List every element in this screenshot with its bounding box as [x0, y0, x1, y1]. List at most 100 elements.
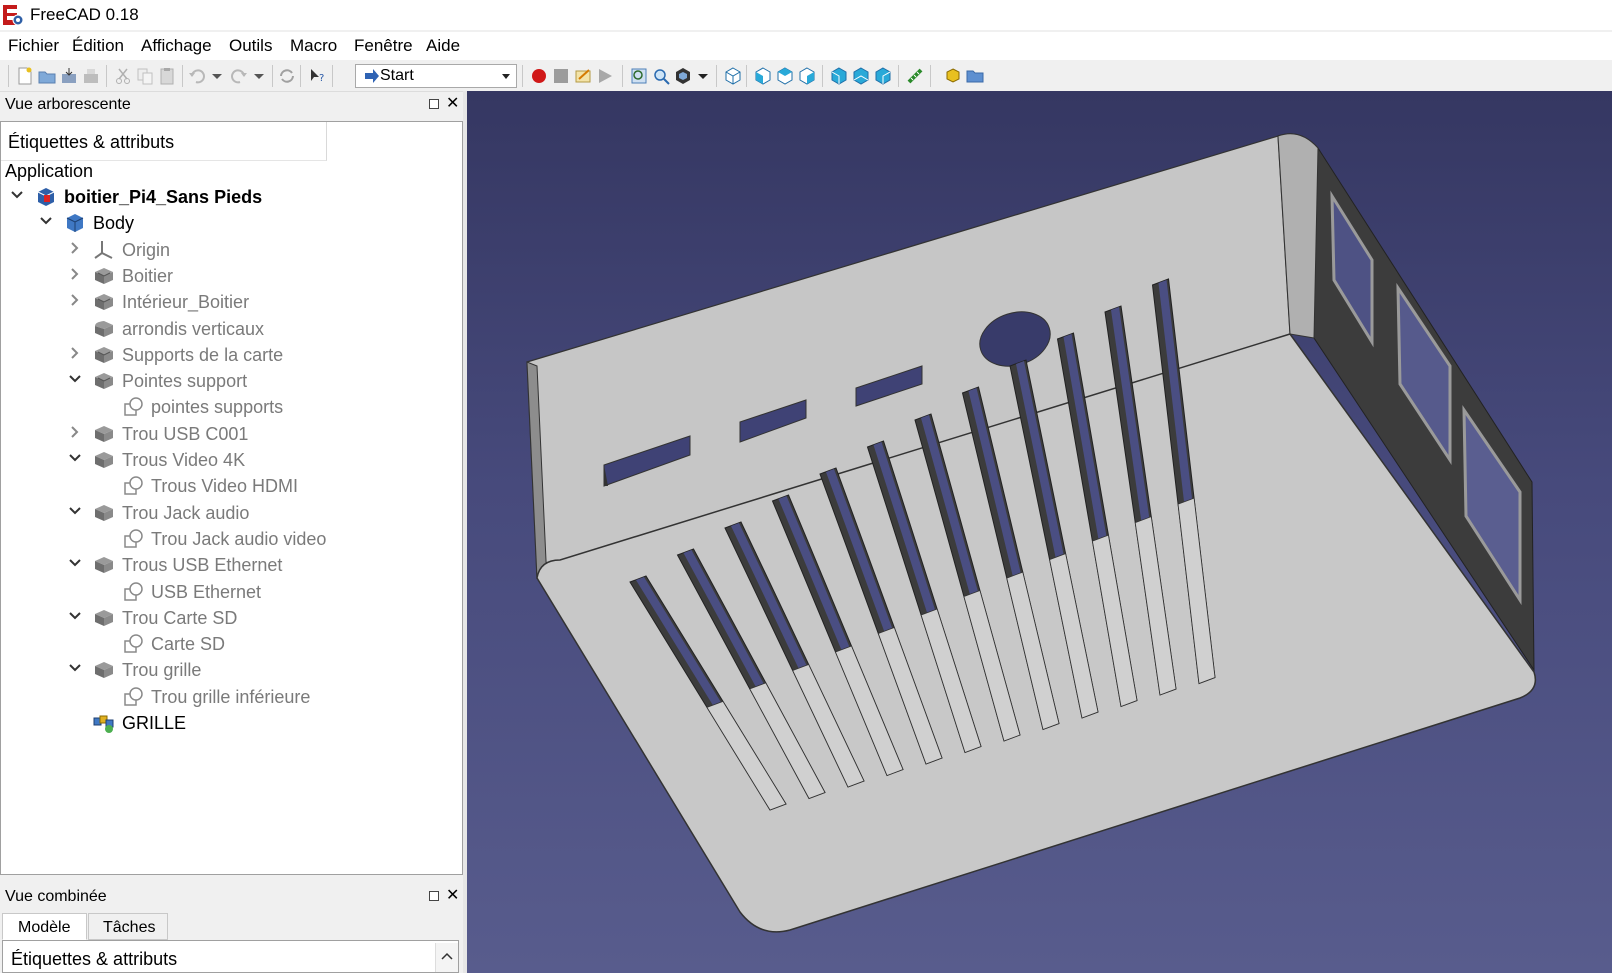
- measure-distance-icon[interactable]: [906, 67, 924, 85]
- 3d-viewport[interactable]: [467, 91, 1612, 973]
- menu-edition[interactable]: Édition: [72, 36, 124, 56]
- menu-affichage[interactable]: Affichage: [141, 36, 212, 56]
- collapsed-chevron-icon[interactable]: [68, 293, 82, 307]
- tree-item[interactable]: Trou Jack audio: [1, 501, 441, 527]
- sketch-icon: [122, 396, 144, 418]
- whats-this-icon[interactable]: ?: [308, 67, 326, 85]
- expanded-chevron-icon[interactable]: [39, 214, 53, 228]
- tree-item[interactable]: Origin: [1, 238, 441, 264]
- refresh-icon[interactable]: [278, 67, 296, 85]
- menu-fichier[interactable]: Fichier: [8, 36, 59, 56]
- workbench-selector[interactable]: Start: [355, 64, 517, 88]
- undock-icon[interactable]: [429, 891, 439, 901]
- paste-icon[interactable]: [158, 67, 176, 85]
- scroll-up-button[interactable]: [435, 943, 458, 972]
- view-top-icon[interactable]: [776, 67, 794, 85]
- tree-item[interactable]: arrondis verticaux: [1, 317, 441, 343]
- collapsed-chevron-icon[interactable]: [68, 267, 82, 281]
- fit-selection-icon[interactable]: [652, 67, 670, 85]
- expanded-chevron-icon[interactable]: [68, 609, 82, 623]
- main-toolbar: ?: [0, 61, 1612, 92]
- tree-item[interactable]: Trou grille: [1, 658, 441, 684]
- linear-pattern-icon: [93, 712, 115, 734]
- create-group-icon[interactable]: [966, 67, 984, 85]
- expanded-chevron-icon[interactable]: [68, 451, 82, 465]
- close-icon[interactable]: ✕: [446, 93, 459, 113]
- menu-macro[interactable]: Macro: [290, 36, 337, 56]
- cut-icon[interactable]: [114, 67, 132, 85]
- pad-feature-icon: [93, 344, 115, 366]
- redo-dropdown-icon[interactable]: [250, 67, 268, 85]
- tree-item[interactable]: Trou grille inférieure: [1, 685, 441, 711]
- view-bottom-icon[interactable]: [852, 67, 870, 85]
- tree-item[interactable]: GRILLE: [1, 711, 441, 737]
- view-rear-icon[interactable]: [830, 67, 848, 85]
- menu-fenetre[interactable]: Fenêtre: [354, 36, 413, 56]
- expanded-chevron-icon[interactable]: [10, 188, 24, 202]
- undo-dropdown-icon[interactable]: [208, 67, 226, 85]
- tree-panel-title: Vue arborescente: [5, 96, 131, 113]
- view-front-icon[interactable]: [754, 67, 772, 85]
- expanded-chevron-icon[interactable]: [68, 661, 82, 675]
- expanded-chevron-icon[interactable]: [68, 372, 82, 386]
- tree-item[interactable]: Boitier: [1, 264, 441, 290]
- expanded-chevron-icon[interactable]: [68, 556, 82, 570]
- tree-view[interactable]: Étiquettes & attributs Application boitie…: [0, 121, 463, 875]
- combo-tree-view[interactable]: Étiquettes & attributs: [2, 940, 459, 973]
- menu-outils[interactable]: Outils: [229, 36, 272, 56]
- tree-item[interactable]: Intérieur_Boitier: [1, 290, 441, 316]
- combo-panel-header: Vue combinée ✕: [0, 883, 465, 911]
- create-part-icon[interactable]: [944, 67, 962, 85]
- menu-aide[interactable]: Aide: [426, 36, 460, 56]
- draw-style-icon[interactable]: [674, 67, 692, 85]
- tree-column-header[interactable]: Étiquettes & attributs: [1, 122, 327, 161]
- toolbar-separator: [182, 65, 183, 87]
- tree-item[interactable]: Body: [1, 211, 441, 237]
- tree-item[interactable]: Trous Video HDMI: [1, 474, 441, 500]
- toolbar-separator: [332, 65, 333, 87]
- view-left-icon[interactable]: [874, 67, 892, 85]
- collapsed-chevron-icon[interactable]: [68, 425, 82, 439]
- tree-item[interactable]: Trou USB C001: [1, 422, 441, 448]
- pocket-feature-icon: [93, 554, 115, 576]
- tab-modele[interactable]: Modèle: [2, 913, 87, 940]
- undo-icon[interactable]: [188, 67, 206, 85]
- tree-item[interactable]: Supports de la carte: [1, 343, 441, 369]
- tree-item[interactable]: Trou Carte SD: [1, 606, 441, 632]
- tree-item[interactable]: Trous Video 4K: [1, 448, 441, 474]
- expanded-chevron-icon[interactable]: [68, 504, 82, 518]
- undock-icon[interactable]: [429, 99, 439, 109]
- close-icon[interactable]: ✕: [446, 885, 459, 905]
- tree-item[interactable]: USB Ethernet: [1, 580, 441, 606]
- collapsed-chevron-icon[interactable]: [68, 241, 82, 255]
- fillet-feature-icon: [93, 318, 115, 340]
- tree-item[interactable]: boitier_Pi4_Sans Pieds: [1, 185, 441, 211]
- draw-style-dropdown-icon[interactable]: [694, 67, 712, 85]
- tab-taches[interactable]: Tâches: [88, 913, 168, 940]
- view-right-icon[interactable]: [798, 67, 816, 85]
- edit-macro-icon[interactable]: [574, 67, 592, 85]
- tree-panel-header: Vue arborescente ✕: [0, 91, 465, 119]
- open-document-icon[interactable]: [38, 67, 56, 85]
- save-as-icon[interactable]: [82, 67, 100, 85]
- view-isometric-icon[interactable]: [724, 67, 742, 85]
- new-document-icon[interactable]: [16, 67, 34, 85]
- combo-tabs: Modèle Tâches: [0, 912, 463, 940]
- redo-icon[interactable]: [230, 67, 248, 85]
- tree-item-label: Boitier: [122, 265, 174, 286]
- fit-all-icon[interactable]: [630, 67, 648, 85]
- run-macro-icon[interactable]: [596, 67, 614, 85]
- record-macro-icon[interactable]: [530, 67, 548, 85]
- tree-item[interactable]: Trous USB Ethernet: [1, 553, 441, 579]
- pad-feature-icon: [93, 370, 115, 392]
- stop-macro-icon[interactable]: [552, 67, 570, 85]
- copy-icon[interactable]: [136, 67, 154, 85]
- tree-item[interactable]: pointes supports: [1, 395, 441, 421]
- tree-item[interactable]: Pointes support: [1, 369, 441, 395]
- collapsed-chevron-icon[interactable]: [68, 346, 82, 360]
- toolbar-separator: [898, 65, 899, 87]
- tree-item[interactable]: Trou Jack audio video: [1, 527, 441, 553]
- tree-item[interactable]: Carte SD: [1, 632, 441, 658]
- tree-item-label: Trou Carte SD: [122, 607, 238, 628]
- save-document-icon[interactable]: [60, 67, 78, 85]
